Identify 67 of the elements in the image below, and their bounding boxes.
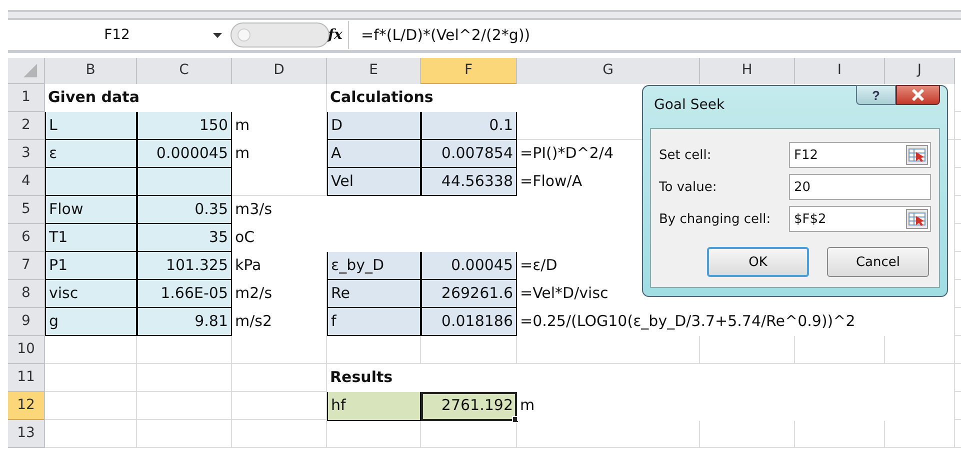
table-cell[interactable]: Given data <box>45 84 327 112</box>
input-field[interactable]: F12 <box>789 142 931 168</box>
table-cell[interactable]: T1 <box>45 224 137 252</box>
insert-function-button[interactable]: fx <box>328 27 348 43</box>
dialog-button[interactable]: Cancel <box>827 247 929 277</box>
table-cell[interactable]: 0.000045 <box>137 140 232 168</box>
column-header[interactable]: F <box>421 58 517 85</box>
table-cell[interactable]: 0.1 <box>421 112 517 140</box>
table-cell[interactable]: 0.00045 <box>421 252 517 280</box>
dialog-title: Goal Seek <box>654 97 725 113</box>
table-cell[interactable]: Flow <box>45 196 137 224</box>
table-cell[interactable]: Results <box>327 364 955 392</box>
table-cell[interactable]: L <box>45 112 137 140</box>
table-cell[interactable]: 269261.6 <box>421 280 517 308</box>
column-header[interactable]: H <box>700 58 795 85</box>
row-header[interactable]: 2 <box>8 112 45 140</box>
column-header[interactable]: I <box>795 58 885 85</box>
field-label: By changing cell: <box>659 212 772 226</box>
column-header[interactable]: G <box>517 58 700 85</box>
table-cell[interactable]: P1 <box>45 252 137 280</box>
input-field[interactable]: 20 <box>789 174 931 200</box>
column-header[interactable]: D <box>232 58 327 85</box>
row-header[interactable]: 9 <box>8 308 45 336</box>
input-field[interactable]: $F$2 <box>789 206 931 232</box>
formula-field[interactable]: =f*(L/D)*(Vel^2/(2*g)) <box>348 21 961 49</box>
table-cell[interactable]: Re <box>327 280 421 308</box>
table-cell[interactable]: D <box>327 112 421 140</box>
table-cell[interactable]: =0.25/(LOG10(ε_by_D/3.7+5.74/Re^0.9))^2 <box>517 308 955 336</box>
row-header[interactable]: 3 <box>8 140 45 168</box>
table-cell[interactable]: f <box>327 308 421 336</box>
row-header[interactable]: 7 <box>8 252 45 280</box>
table-cell[interactable]: visc <box>45 280 137 308</box>
table-cell[interactable]: ε_by_D <box>327 252 421 280</box>
row-header[interactable]: 13 <box>8 420 45 448</box>
row-header[interactable]: 5 <box>8 196 45 224</box>
field-label: To value: <box>659 180 718 194</box>
row-header[interactable]: 10 <box>8 336 45 364</box>
row-header[interactable]: 11 <box>8 364 45 392</box>
table-cell[interactable]: 150 <box>137 112 232 140</box>
table-cell[interactable]: 2761.192 <box>421 392 517 421</box>
row-header[interactable]: 12 <box>8 392 45 421</box>
table-cell[interactable]: hf <box>327 392 421 421</box>
column-header[interactable]: B <box>45 58 137 85</box>
dialog-button[interactable]: OK <box>707 247 809 277</box>
help-button[interactable]: ? <box>856 85 896 105</box>
table-cell[interactable]: 101.325 <box>137 252 232 280</box>
table-cell[interactable]: 0.35 <box>137 196 232 224</box>
table-cell[interactable]: 9.81 <box>137 308 232 336</box>
table-cell[interactable]: 35 <box>137 224 232 252</box>
table-cell[interactable]: 0.007854 <box>421 140 517 168</box>
table-cell[interactable]: 44.56338 <box>421 168 517 196</box>
row-header[interactable]: 4 <box>8 168 45 196</box>
field-label: Set cell: <box>659 148 712 162</box>
column-header[interactable]: C <box>137 58 232 85</box>
name-box[interactable]: F12 <box>8 22 226 48</box>
table-cell[interactable]: m <box>517 392 955 421</box>
table-cell[interactable]: ε <box>45 140 137 168</box>
row-header[interactable]: 1 <box>8 84 45 112</box>
column-header[interactable]: E <box>327 58 421 85</box>
table-cell[interactable]: 0.018186 <box>421 308 517 336</box>
table-cell[interactable]: 1.66E-05 <box>137 280 232 308</box>
column-header[interactable]: J <box>885 58 955 85</box>
table-cell[interactable]: A <box>327 140 421 168</box>
row-header[interactable]: 6 <box>8 224 45 252</box>
row-header[interactable]: 8 <box>8 280 45 308</box>
table-cell[interactable]: g <box>45 308 137 336</box>
table-cell[interactable]: Vel <box>327 168 421 196</box>
